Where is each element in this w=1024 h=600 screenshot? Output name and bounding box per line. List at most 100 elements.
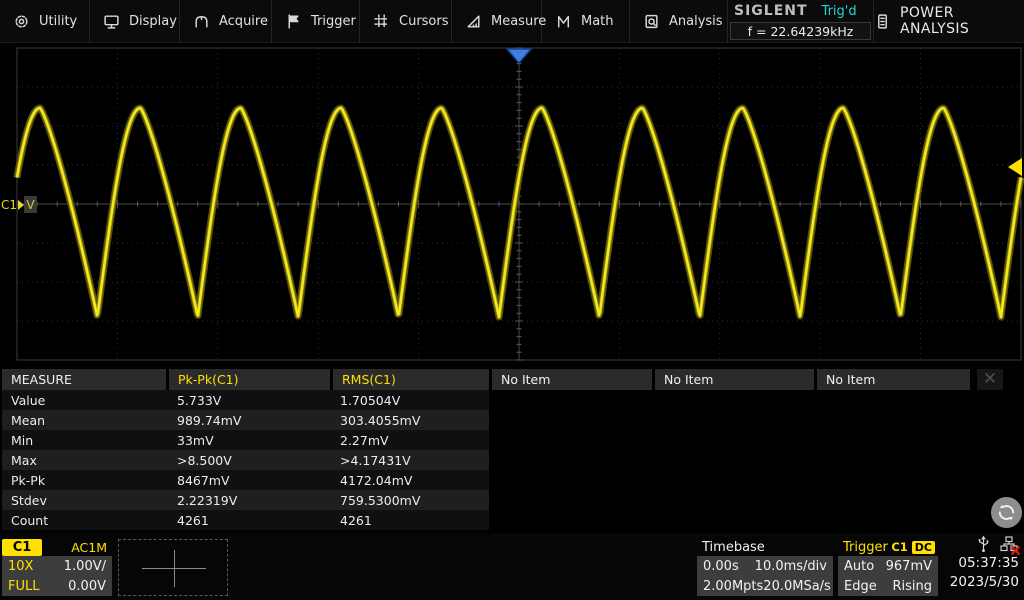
lan-disconnected-icon — [1000, 536, 1021, 556]
gear-icon — [13, 13, 30, 30]
cursors-icon — [373, 13, 390, 30]
measure-header-row: MEASURE Pk-Pk(C1) RMS(C1) No Item No Ite… — [2, 369, 1002, 390]
measure-row-value: Value 5.733V 1.70504V — [2, 390, 489, 410]
timebase-delay: 0.00s — [703, 558, 739, 574]
menu-measure-label: Measure — [491, 14, 547, 29]
row-label: Count — [11, 512, 49, 528]
trigger-coupling-badge: DC — [911, 540, 935, 554]
time-display: 05:37:35 — [958, 555, 1019, 571]
channel1-bandwidth: FULL — [8, 578, 40, 594]
measure-row-min: Min 33mV 2.27mV — [2, 430, 489, 450]
measure-row-stdev: Stdev 2.22319V 759.5300mV — [2, 490, 489, 510]
menu-cursors-label: Cursors — [399, 14, 449, 29]
power-analysis-icon — [874, 13, 891, 30]
measure-slot-4[interactable]: No Item — [655, 369, 814, 390]
siglent-logo: SIGLENT — [734, 3, 808, 19]
row-label: Max — [11, 452, 37, 468]
channel-zero-label: C1 — [1, 197, 18, 212]
row-value-1: 5.733V — [177, 392, 222, 408]
row-value-1: >8.500V — [177, 452, 232, 468]
row-value-2: 303.4055mV — [340, 412, 421, 428]
menu-math-label: Math — [581, 14, 614, 29]
row-value-2: 1.70504V — [340, 392, 401, 408]
measure-panel: MEASURE Pk-Pk(C1) RMS(C1) No Item No Ite… — [2, 369, 1003, 530]
measure-icon — [465, 13, 482, 30]
channel1-descriptor[interactable]: C1 AC1M 10X 1.00V/ FULL 0.00V — [2, 538, 112, 596]
row-value-1: 33mV — [177, 432, 214, 448]
menu-utility[interactable]: Utility — [0, 0, 90, 43]
measure-slot-3[interactable]: No Item — [492, 369, 652, 390]
trigger-descriptor[interactable]: Trigger C1 DC Auto 967mV Edge Rising — [838, 538, 938, 596]
row-label: Mean — [11, 412, 46, 428]
menu-display[interactable]: Display — [90, 0, 180, 43]
trigger-status: Trig'd — [821, 3, 857, 19]
measure-row-count: Count 4261 4261 — [2, 510, 489, 530]
touch-gesture-button[interactable] — [991, 497, 1022, 528]
menu-analysis-label: Analysis — [669, 14, 723, 29]
menu-math[interactable]: Math — [542, 0, 630, 43]
acquire-icon — [193, 13, 210, 30]
power-analysis-button[interactable]: POWER ANALYSIS — [874, 0, 1024, 42]
power-analysis-label: POWER ANALYSIS — [900, 5, 970, 37]
analysis-icon — [643, 13, 660, 30]
bottom-status-bar: C1 AC1M 10X 1.00V/ FULL 0.00V Timebase 0… — [0, 533, 1024, 600]
status-block: SIGLENT Trig'd f = 22.64239kHz — [728, 0, 874, 43]
scope-display[interactable]: C1 V — [0, 43, 1024, 367]
crosshair-icon — [174, 550, 175, 587]
row-label: Pk-Pk — [11, 472, 46, 488]
row-label: Min — [11, 432, 34, 448]
trigger-title: Trigger — [843, 539, 888, 555]
trigger-level: 967mV — [885, 558, 932, 574]
close-measure-button[interactable]: ✕ — [977, 369, 1003, 390]
measure-row-max: Max >8.500V >4.17431V — [2, 450, 489, 470]
row-value-1: 989.74mV — [177, 412, 242, 428]
channel1-scale: 1.00V/ — [63, 558, 106, 574]
clock: 05:37:35 2023/5/30 — [930, 554, 1019, 592]
menu-bar: Utility Display Acquire Trigger Cursors … — [0, 0, 1024, 43]
timebase-descriptor[interactable]: Timebase 0.00s 10.0ms/div 2.00Mpts 20.0M… — [697, 538, 833, 596]
frequency-counter: f = 22.64239kHz — [730, 22, 871, 40]
measure-header-title: MEASURE — [2, 369, 166, 390]
measure-slot-1[interactable]: Pk-Pk(C1) — [169, 369, 330, 390]
channel1-coupling: AC1M — [71, 539, 107, 555]
trigger-slope: Rising — [892, 578, 932, 594]
menu-acquire[interactable]: Acquire — [180, 0, 272, 43]
row-value-1: 2.22319V — [177, 492, 238, 508]
add-channel-slot[interactable] — [118, 539, 228, 596]
row-label: Value — [11, 392, 46, 408]
measure-row-mean: Mean 989.74mV 303.4055mV — [2, 410, 489, 430]
timebase-points: 2.00Mpts — [703, 578, 764, 594]
measure-slot-2[interactable]: RMS(C1) — [333, 369, 489, 390]
menu-utility-label: Utility — [39, 14, 78, 29]
row-value-2: 2.27mV — [340, 432, 389, 448]
menu-measure[interactable]: Measure — [452, 0, 546, 43]
waveform-plot — [13, 47, 1024, 361]
channel1-atten: 10X — [8, 558, 34, 574]
trigger-level-marker — [1008, 158, 1022, 176]
date-display: 2023/5/30 — [949, 574, 1019, 590]
trigger-mode: Auto — [844, 558, 875, 574]
row-value-2: 759.5300mV — [340, 492, 421, 508]
math-icon — [555, 13, 572, 30]
usb-icon — [976, 535, 991, 554]
row-value-1: 4261 — [177, 512, 209, 528]
channel-zero-marker[interactable]: C1 V — [1, 196, 38, 213]
menu-acquire-label: Acquire — [219, 14, 268, 29]
measure-row-pkpk: Pk-Pk 8467mV 4172.04mV — [2, 470, 489, 490]
measure-slot-5[interactable]: No Item — [817, 369, 970, 390]
menu-trigger[interactable]: Trigger — [272, 0, 360, 43]
row-value-2: 4261 — [340, 512, 372, 528]
menu-cursors[interactable]: Cursors — [360, 0, 452, 43]
row-value-2: 4172.04mV — [340, 472, 413, 488]
trigger-source: C1 — [891, 540, 908, 554]
channel1-offset: 0.00V — [68, 578, 106, 594]
channel-unit-label: V — [24, 196, 38, 213]
circular-arrows-icon — [998, 504, 1015, 521]
row-value-1: 8467mV — [177, 472, 230, 488]
timebase-title: Timebase — [702, 539, 765, 555]
timebase-scale: 10.0ms/div — [754, 558, 827, 574]
menu-analysis[interactable]: Analysis — [630, 0, 728, 43]
trigger-position-marker — [505, 48, 533, 65]
trigger-flag-icon — [285, 13, 302, 30]
channel1-badge[interactable]: C1 — [2, 538, 42, 556]
